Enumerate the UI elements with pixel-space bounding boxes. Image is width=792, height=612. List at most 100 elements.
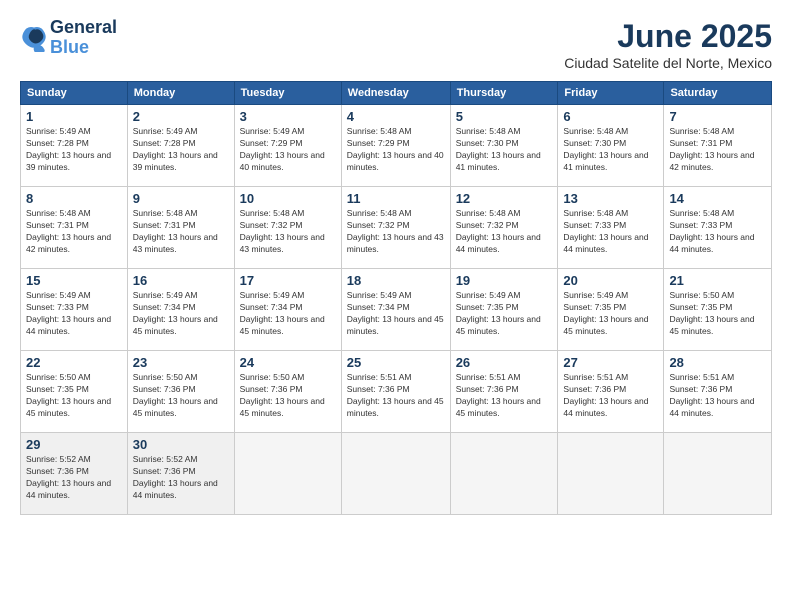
table-row: 15 Sunrise: 5:49 AMSunset: 7:33 PMDayligh… xyxy=(21,269,128,351)
day-number: 6 xyxy=(563,109,658,124)
day-info: Sunrise: 5:49 AMSunset: 7:34 PMDaylight:… xyxy=(240,290,336,338)
calendar-week-row: 22 Sunrise: 5:50 AMSunset: 7:35 PMDayligh… xyxy=(21,351,772,433)
day-info: Sunrise: 5:49 AMSunset: 7:35 PMDaylight:… xyxy=(563,290,658,338)
table-row xyxy=(450,433,558,515)
logo-line2: Blue xyxy=(50,38,117,58)
table-row xyxy=(558,433,664,515)
table-row: 9 Sunrise: 5:48 AMSunset: 7:31 PMDaylight… xyxy=(127,187,234,269)
table-row: 5Sunrise: 5:48 AMSunset: 7:30 PMDaylight… xyxy=(450,105,558,187)
day-number: 26 xyxy=(456,355,553,370)
table-row: 22 Sunrise: 5:50 AMSunset: 7:35 PMDayligh… xyxy=(21,351,128,433)
day-number: 22 xyxy=(26,355,122,370)
day-number: 4 xyxy=(347,109,445,124)
col-monday: Monday xyxy=(127,82,234,105)
day-info: Sunrise: 5:48 AMSunset: 7:30 PMDaylight:… xyxy=(563,126,658,174)
main-title: June 2025 xyxy=(564,18,772,55)
day-number: 10 xyxy=(240,191,336,206)
page: General Blue June 2025 Ciudad Satelite d… xyxy=(0,0,792,612)
day-number: 21 xyxy=(669,273,766,288)
table-row: 26Sunrise: 5:51 AMSunset: 7:36 PMDayligh… xyxy=(450,351,558,433)
table-row: 16Sunrise: 5:49 AMSunset: 7:34 PMDayligh… xyxy=(127,269,234,351)
day-info: Sunrise: 5:51 AMSunset: 7:36 PMDaylight:… xyxy=(563,372,658,420)
logo-text: General Blue xyxy=(50,18,117,58)
table-row: 10Sunrise: 5:48 AMSunset: 7:32 PMDayligh… xyxy=(234,187,341,269)
day-info: Sunrise: 5:49 AMSunset: 7:33 PMDaylight:… xyxy=(26,290,122,338)
day-number: 8 xyxy=(26,191,122,206)
table-row: 2 Sunrise: 5:49 AMSunset: 7:28 PMDaylight… xyxy=(127,105,234,187)
table-row: 17Sunrise: 5:49 AMSunset: 7:34 PMDayligh… xyxy=(234,269,341,351)
day-info: Sunrise: 5:48 AMSunset: 7:31 PMDaylight:… xyxy=(26,208,122,256)
day-number: 12 xyxy=(456,191,553,206)
day-number: 11 xyxy=(347,191,445,206)
header: General Blue June 2025 Ciudad Satelite d… xyxy=(20,18,772,71)
day-info: Sunrise: 5:49 AMSunset: 7:34 PMDaylight:… xyxy=(133,290,229,338)
day-info: Sunrise: 5:48 AMSunset: 7:32 PMDaylight:… xyxy=(456,208,553,256)
day-number: 15 xyxy=(26,273,122,288)
day-number: 24 xyxy=(240,355,336,370)
day-number: 29 xyxy=(26,437,122,452)
calendar-header-row: Sunday Monday Tuesday Wednesday Thursday… xyxy=(21,82,772,105)
day-info: Sunrise: 5:48 AMSunset: 7:32 PMDaylight:… xyxy=(347,208,445,256)
day-info: Sunrise: 5:51 AMSunset: 7:36 PMDaylight:… xyxy=(347,372,445,420)
col-thursday: Thursday xyxy=(450,82,558,105)
day-info: Sunrise: 5:50 AMSunset: 7:35 PMDaylight:… xyxy=(669,290,766,338)
table-row: 3Sunrise: 5:49 AMSunset: 7:29 PMDaylight… xyxy=(234,105,341,187)
calendar-week-row: 8 Sunrise: 5:48 AMSunset: 7:31 PMDaylight… xyxy=(21,187,772,269)
day-number: 1 xyxy=(26,109,122,124)
day-number: 9 xyxy=(133,191,229,206)
table-row xyxy=(341,433,450,515)
day-info: Sunrise: 5:49 AMSunset: 7:28 PMDaylight:… xyxy=(133,126,229,174)
day-info: Sunrise: 5:48 AMSunset: 7:29 PMDaylight:… xyxy=(347,126,445,174)
col-sunday: Sunday xyxy=(21,82,128,105)
day-number: 20 xyxy=(563,273,658,288)
table-row: 14Sunrise: 5:48 AMSunset: 7:33 PMDayligh… xyxy=(664,187,772,269)
day-number: 18 xyxy=(347,273,445,288)
day-number: 30 xyxy=(133,437,229,452)
table-row: 4 Sunrise: 5:48 AMSunset: 7:29 PMDaylight… xyxy=(341,105,450,187)
calendar-table: Sunday Monday Tuesday Wednesday Thursday… xyxy=(20,81,772,515)
day-number: 2 xyxy=(133,109,229,124)
day-info: Sunrise: 5:49 AMSunset: 7:29 PMDaylight:… xyxy=(240,126,336,174)
day-info: Sunrise: 5:52 AMSunset: 7:36 PMDaylight:… xyxy=(26,454,122,502)
table-row: 27 Sunrise: 5:51 AMSunset: 7:36 PMDayligh… xyxy=(558,351,664,433)
day-number: 23 xyxy=(133,355,229,370)
day-info: Sunrise: 5:50 AMSunset: 7:35 PMDaylight:… xyxy=(26,372,122,420)
day-info: Sunrise: 5:48 AMSunset: 7:31 PMDaylight:… xyxy=(669,126,766,174)
calendar-week-row: 29 Sunrise: 5:52 AMSunset: 7:36 PMDayligh… xyxy=(21,433,772,515)
day-info: Sunrise: 5:48 AMSunset: 7:33 PMDaylight:… xyxy=(563,208,658,256)
table-row xyxy=(234,433,341,515)
table-row: 19 Sunrise: 5:49 AMSunset: 7:35 PMDayligh… xyxy=(450,269,558,351)
table-row: 6 Sunrise: 5:48 AMSunset: 7:30 PMDaylight… xyxy=(558,105,664,187)
day-info: Sunrise: 5:49 AMSunset: 7:28 PMDaylight:… xyxy=(26,126,122,174)
day-info: Sunrise: 5:48 AMSunset: 7:31 PMDaylight:… xyxy=(133,208,229,256)
table-row: 1 Sunrise: 5:49 AMSunset: 7:28 PMDaylight… xyxy=(21,105,128,187)
day-number: 25 xyxy=(347,355,445,370)
day-info: Sunrise: 5:49 AMSunset: 7:35 PMDaylight:… xyxy=(456,290,553,338)
day-number: 13 xyxy=(563,191,658,206)
table-row: 20 Sunrise: 5:49 AMSunset: 7:35 PMDayligh… xyxy=(558,269,664,351)
table-row: 29 Sunrise: 5:52 AMSunset: 7:36 PMDayligh… xyxy=(21,433,128,515)
table-row: 13 Sunrise: 5:48 AMSunset: 7:33 PMDayligh… xyxy=(558,187,664,269)
table-row: 24 Sunrise: 5:50 AMSunset: 7:36 PMDayligh… xyxy=(234,351,341,433)
day-info: Sunrise: 5:49 AMSunset: 7:34 PMDaylight:… xyxy=(347,290,445,338)
table-row xyxy=(664,433,772,515)
table-row: 21 Sunrise: 5:50 AMSunset: 7:35 PMDayligh… xyxy=(664,269,772,351)
calendar-week-row: 1 Sunrise: 5:49 AMSunset: 7:28 PMDaylight… xyxy=(21,105,772,187)
col-wednesday: Wednesday xyxy=(341,82,450,105)
day-info: Sunrise: 5:50 AMSunset: 7:36 PMDaylight:… xyxy=(240,372,336,420)
logo-line1: General xyxy=(50,18,117,38)
day-number: 27 xyxy=(563,355,658,370)
table-row: 30Sunrise: 5:52 AMSunset: 7:36 PMDayligh… xyxy=(127,433,234,515)
table-row: 23Sunrise: 5:50 AMSunset: 7:36 PMDayligh… xyxy=(127,351,234,433)
subtitle: Ciudad Satelite del Norte, Mexico xyxy=(564,55,772,71)
title-block: June 2025 Ciudad Satelite del Norte, Mex… xyxy=(564,18,772,71)
table-row: 25 Sunrise: 5:51 AMSunset: 7:36 PMDayligh… xyxy=(341,351,450,433)
day-number: 28 xyxy=(669,355,766,370)
col-friday: Friday xyxy=(558,82,664,105)
day-info: Sunrise: 5:48 AMSunset: 7:33 PMDaylight:… xyxy=(669,208,766,256)
table-row: 12 Sunrise: 5:48 AMSunset: 7:32 PMDayligh… xyxy=(450,187,558,269)
table-row: 28Sunrise: 5:51 AMSunset: 7:36 PMDayligh… xyxy=(664,351,772,433)
day-number: 19 xyxy=(456,273,553,288)
logo-icon xyxy=(20,24,48,52)
logo: General Blue xyxy=(20,18,117,58)
